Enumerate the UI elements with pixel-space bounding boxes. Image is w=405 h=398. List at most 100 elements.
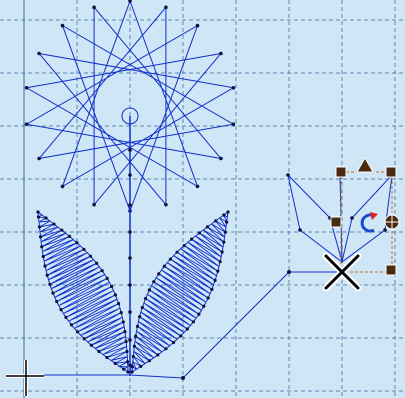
stitch-point [383, 228, 387, 232]
stitch-point [97, 349, 101, 354]
stitch-point [286, 173, 290, 177]
stitch-point [116, 301, 121, 306]
stitch-point [191, 320, 195, 324]
stitch-point [164, 5, 168, 10]
stitch-point [213, 278, 217, 283]
stitch-point [95, 261, 99, 265]
stitch-point [52, 222, 56, 226]
stitch-point [197, 312, 201, 316]
stitch-point [179, 334, 183, 338]
stitch-point [231, 122, 236, 127]
stitch-point [225, 220, 229, 224]
stitch-point [164, 202, 168, 207]
bottom-right-handle[interactable] [385, 264, 397, 276]
stitch-point [287, 270, 291, 274]
stitch-point [37, 156, 41, 161]
stitch-point [185, 327, 189, 331]
stitch-point [123, 330, 127, 334]
stitch-point [121, 320, 125, 324]
stitch-point [205, 225, 210, 229]
stitch-point [219, 156, 223, 161]
stitch-point [43, 264, 47, 268]
stitch-point [67, 234, 72, 238]
stitch-point [119, 311, 123, 315]
stitch-point [130, 365, 134, 369]
stitch-point [140, 305, 144, 310]
stitch-point [152, 280, 156, 284]
stitch-point [55, 299, 59, 304]
stitch-point [37, 225, 42, 229]
stitch-point [82, 247, 86, 251]
stitch-point [143, 296, 148, 301]
stitch-point [105, 276, 109, 280]
stitch-point [216, 269, 220, 273]
stitch-point [92, 5, 96, 10]
stitch-point [222, 240, 226, 244]
stitch-point [88, 254, 93, 258]
stitch-point [195, 184, 200, 189]
stitch-point [231, 85, 236, 90]
stitch-point [24, 85, 29, 90]
stitch-point [36, 210, 40, 214]
stitch-point [100, 269, 104, 273]
stitch-point [60, 228, 64, 232]
stitch-point [168, 257, 173, 261]
stitch-point [105, 355, 109, 360]
left-handle[interactable] [330, 216, 342, 228]
stitch-point [181, 376, 185, 380]
stitch-point [147, 359, 152, 363]
stitch-point [130, 370, 134, 374]
top-right-handle[interactable] [385, 166, 397, 178]
top-left-handle[interactable] [335, 166, 347, 178]
stitch-point [298, 228, 302, 232]
stitch-point [350, 216, 354, 220]
stitch-point [75, 241, 79, 245]
stitch-point [124, 339, 128, 344]
stitch-point [156, 353, 160, 357]
stitch-point [59, 308, 63, 312]
design-canvas-svg[interactable] [0, 0, 405, 398]
stitch-point [89, 343, 93, 347]
stitch-point [197, 231, 202, 235]
stitch-point [226, 210, 230, 214]
stitch-point [139, 364, 143, 368]
stitch-point [128, 283, 132, 287]
stitch-point [128, 203, 132, 207]
stitch-point [75, 330, 80, 334]
stitch-point [48, 282, 52, 286]
stitch-point [60, 184, 65, 189]
stitch-point [64, 315, 68, 319]
stitch-point [175, 250, 179, 254]
stitch-point [128, 173, 132, 177]
stitch-point [24, 122, 29, 127]
stitch-point [222, 213, 226, 217]
stitch-point [60, 23, 65, 28]
stitch-point [210, 287, 214, 291]
stitch-point [113, 293, 117, 297]
stitch-point [223, 230, 227, 234]
stitch-point [126, 370, 130, 374]
stitch-point [41, 254, 45, 259]
stitch-point [219, 51, 223, 56]
stitch-point [82, 337, 86, 341]
stitch-point [134, 334, 138, 338]
stitch-point [128, 338, 132, 342]
stitch-point [128, 310, 132, 314]
stitch-point [122, 367, 126, 371]
stitch-point [109, 284, 114, 289]
stitch-point [220, 250, 224, 254]
stitch-point [182, 243, 186, 248]
stitch-point [157, 272, 161, 276]
stitch-point [44, 216, 48, 220]
design-canvas[interactable] [0, 0, 405, 398]
stitch-point [128, 230, 132, 234]
stitch-point [69, 323, 74, 327]
stitch-point [51, 291, 55, 295]
stitch-point [147, 288, 151, 292]
stitch-point [218, 260, 222, 264]
stitch-point [125, 360, 130, 364]
stitch-point [171, 340, 176, 345]
stitch-point [162, 264, 166, 268]
stitch-point [38, 235, 43, 239]
stitch-point [128, 148, 132, 152]
